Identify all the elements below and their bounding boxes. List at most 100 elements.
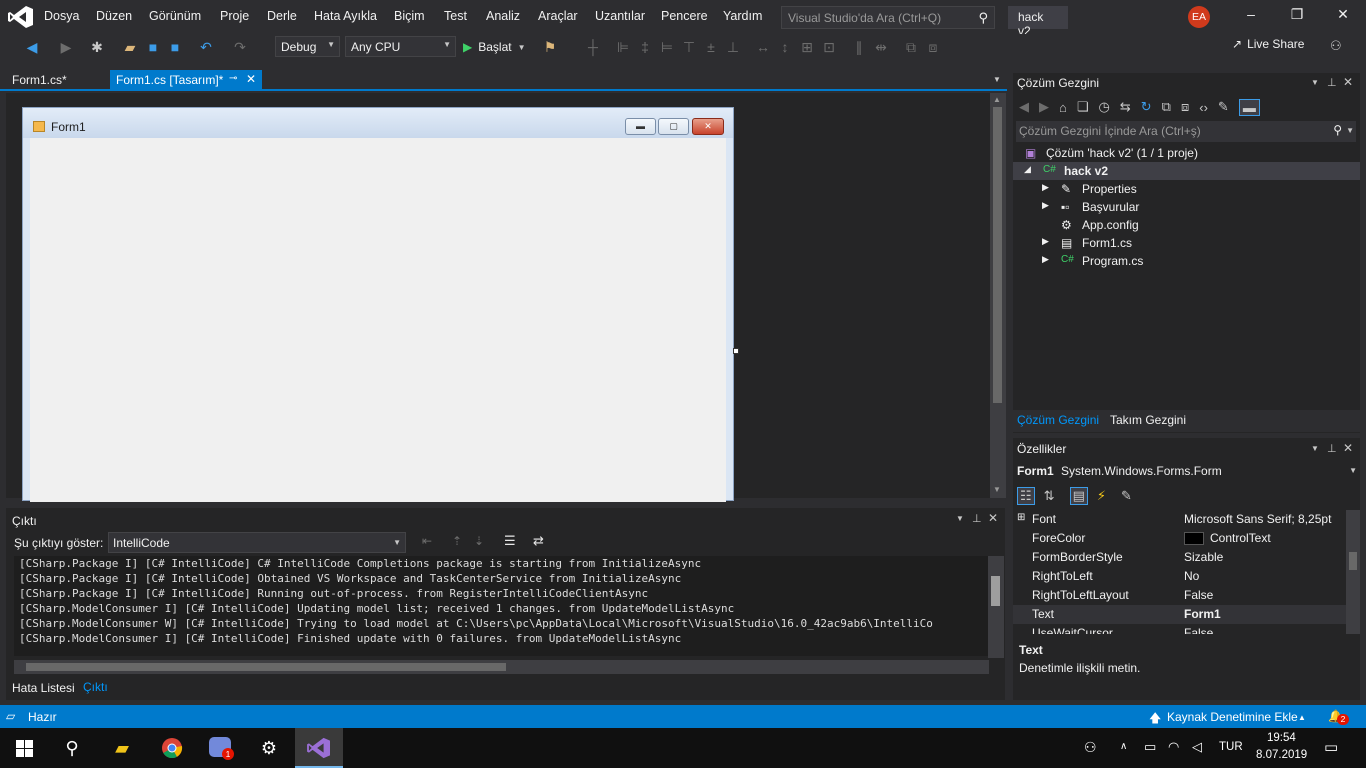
start-button[interactable]: ▶ Başlat ▼ [463, 37, 526, 57]
output-source-select[interactable]: IntelliCode ▼ [108, 532, 406, 553]
menu-hata-ayikla[interactable]: Hata Ayıkla [314, 9, 377, 23]
output-vertical-scrollbar[interactable] [988, 556, 1004, 658]
show-all-files-icon[interactable]: ⧈ [1181, 99, 1189, 115]
pin-icon[interactable]: ⊥ [972, 512, 982, 525]
menu-gorunum[interactable]: Görünüm [149, 9, 201, 23]
scroll-down-icon[interactable]: ▼ [993, 485, 1001, 494]
volume-icon[interactable]: ◁ [1192, 739, 1202, 755]
tab-team-explorer[interactable]: Takım Gezgini [1110, 413, 1186, 427]
chrome-icon[interactable] [161, 737, 183, 759]
clock-date[interactable]: 8.07.2019 [1256, 749, 1307, 761]
properties-scroll-thumb[interactable] [1349, 552, 1357, 570]
tab-output[interactable]: Çıktı [78, 678, 113, 696]
same-height-icon[interactable]: ↕ [776, 37, 794, 57]
save-all-icon[interactable]: ■ [166, 37, 184, 57]
prev-message-icon[interactable]: ⇡ [452, 534, 462, 548]
bring-front-icon[interactable]: ⧉ [902, 37, 920, 57]
prop-row-usewaitcursor[interactable]: UseWaitCursor False [1013, 624, 1346, 634]
steam-icon[interactable]: ⚙ [245, 728, 293, 768]
find-message-icon[interactable]: ⇤ [422, 534, 432, 548]
same-width-icon[interactable]: ↔ [754, 37, 772, 57]
close-panel-icon[interactable]: ✕ [1343, 75, 1353, 89]
designer-scroll-thumb[interactable] [993, 107, 1002, 403]
pin-icon[interactable]: ⊥ [1327, 76, 1337, 89]
resize-handle[interactable] [733, 348, 739, 354]
panel-menu-icon[interactable]: ▼ [1311, 78, 1319, 87]
tree-item-references[interactable]: ▶ ▪▫ Başvurular [1013, 198, 1360, 216]
close-panel-icon[interactable]: ✕ [988, 511, 998, 525]
next-message-icon[interactable]: ⇣ [474, 534, 484, 548]
align-left-icon[interactable]: ⊫ [614, 37, 632, 57]
prop-row-righttoleftlayout[interactable]: RightToLeftLayout False [1013, 586, 1346, 605]
home-icon[interactable]: ⌂ [1059, 100, 1067, 115]
menu-yardim[interactable]: Yardım [723, 9, 762, 23]
panel-menu-icon[interactable]: ▼ [956, 514, 964, 523]
properties-view-icon[interactable]: ▤ [1069, 487, 1088, 505]
menu-dosya[interactable]: Dosya [44, 9, 79, 23]
clear-all-icon[interactable]: ☰ [504, 533, 516, 549]
tree-item-program[interactable]: ▶ C# Program.cs [1013, 252, 1360, 270]
menu-test[interactable]: Test [444, 9, 467, 23]
action-center-icon[interactable]: ▭ [1324, 738, 1338, 756]
windows-start-icon[interactable] [16, 740, 33, 757]
tree-item-app-config[interactable]: ⚙ App.config [1013, 216, 1360, 234]
preview-icon[interactable]: ▬ [1238, 98, 1260, 116]
send-back-icon[interactable]: ⧈ [924, 37, 942, 57]
clock-time[interactable]: 19:54 [1267, 732, 1296, 744]
taskbar-visual-studio[interactable] [295, 728, 343, 768]
sync-icon[interactable]: ⇆ [1120, 99, 1131, 115]
output-horizontal-scrollbar[interactable] [14, 660, 989, 674]
form-window[interactable]: Form1 ▬ ▢ ✕ [22, 107, 734, 502]
prop-row-font[interactable]: ⊞ Font Microsoft Sans Serif; 8,25pt [1013, 510, 1346, 529]
output-text-area[interactable]: [CSharp.Package I] [C# IntelliCode] C# I… [14, 556, 988, 656]
people-icon[interactable]: ⚇ [1084, 739, 1097, 756]
collapse-all-icon[interactable]: ⧉ [1162, 99, 1171, 115]
solution-search-input[interactable]: Çözüm Gezgini İçinde Ara (Ctrl+ş) ⚲ ▼ [1016, 121, 1356, 142]
platform-select[interactable]: Any CPU ▼ [345, 36, 456, 57]
feedback-icon[interactable]: ⚇ [1330, 38, 1342, 54]
properties-object-select[interactable]: Form1 System.Windows.Forms.Form ▼ [1017, 464, 1357, 478]
pin-icon[interactable]: ⊥ [1327, 442, 1337, 455]
size-to-grid-icon[interactable]: ⊡ [820, 37, 838, 57]
tab-solution-explorer[interactable]: Çözüm Gezgini [1017, 413, 1099, 427]
expand-icon[interactable]: ⊞ [1017, 512, 1025, 523]
add-to-source-control-button[interactable]: Kaynak Denetimine Ekle [1167, 710, 1298, 724]
alphabetical-icon[interactable]: ⇅ [1044, 488, 1055, 504]
tree-project[interactable]: ◢ C# hack v2 [1013, 162, 1360, 180]
tab-form1-design[interactable]: Form1.cs [Tasarım]* ⊸ ✕ [110, 70, 262, 91]
tree-item-form1[interactable]: ▶ ▤ Form1.cs [1013, 234, 1360, 252]
align-bottom-icon[interactable]: ⊥ [724, 37, 742, 57]
input-language[interactable]: TUR [1219, 741, 1243, 753]
pin-icon[interactable]: ⊸ [229, 73, 237, 84]
form-client-area[interactable] [30, 138, 726, 502]
menu-bicim[interactable]: Biçim [394, 9, 425, 23]
word-wrap-icon[interactable]: ⇄ [533, 533, 544, 549]
pending-changes-icon[interactable]: ◷ [1099, 99, 1110, 115]
output-vscroll-thumb[interactable] [991, 576, 1000, 606]
tab-list-dropdown-icon[interactable]: ▼ [993, 75, 1001, 84]
events-icon[interactable]: ⚡ [1097, 488, 1106, 504]
panel-menu-icon[interactable]: ▼ [1311, 444, 1319, 453]
redo-icon[interactable]: ↷ [230, 37, 250, 57]
same-size-icon[interactable]: ⊞ [798, 37, 816, 57]
view-code-icon[interactable]: ‹› [1199, 100, 1208, 115]
close-panel-icon[interactable]: ✕ [1343, 441, 1353, 455]
align-middle-icon[interactable]: ± [702, 37, 720, 57]
hspacing-increase-icon[interactable]: ⇹ [872, 37, 890, 57]
menu-analiz[interactable]: Analiz [486, 9, 520, 23]
menu-proje[interactable]: Proje [220, 9, 249, 23]
property-pages-icon[interactable]: ✎ [1121, 488, 1132, 504]
prop-row-formborderstyle[interactable]: FormBorderStyle Sizable [1013, 548, 1346, 567]
minimize-icon[interactable]: – [1236, 6, 1266, 28]
back-icon[interactable]: ◀ [1019, 99, 1029, 115]
properties-scrollbar[interactable] [1346, 510, 1360, 634]
menu-duzen[interactable]: Düzen [96, 9, 132, 23]
tree-solution[interactable]: ▣ Çözüm 'hack v2' (1 / 1 proje) [1013, 144, 1360, 162]
align-right-icon[interactable]: ⊨ [658, 37, 676, 57]
avatar[interactable]: EA [1188, 6, 1210, 28]
switch-views-icon[interactable]: ❏ [1077, 99, 1089, 115]
align-center-icon[interactable]: ‡ [636, 37, 654, 57]
align-grid-icon[interactable]: ┼ [584, 37, 602, 57]
prop-row-text[interactable]: Text Form1 [1013, 605, 1346, 624]
config-select[interactable]: Debug ▼ [275, 36, 340, 57]
